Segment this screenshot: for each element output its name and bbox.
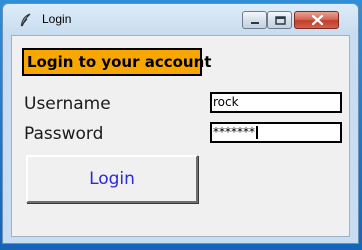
minimize-icon [251, 22, 259, 24]
login-heading: Login to your account [22, 48, 211, 76]
password-label: Password [24, 124, 104, 144]
login-window: Login Login to your account Username roc… [2, 3, 359, 244]
login-button[interactable]: Login [26, 155, 198, 203]
text-cursor [256, 126, 258, 139]
username-label: Username [24, 94, 111, 114]
password-value: ******* [213, 125, 255, 139]
close-icon [311, 14, 324, 26]
window-client-area: Login to your account Username rock Pass… [11, 35, 350, 237]
username-value: rock [213, 95, 239, 109]
maximize-button[interactable] [267, 11, 292, 29]
title-bar[interactable]: Login [3, 4, 358, 35]
feather-icon [19, 12, 33, 27]
desktop-background: Login Login to your account Username roc… [0, 0, 362, 250]
window-title: Login [42, 12, 72, 26]
username-field[interactable]: rock [210, 92, 342, 113]
close-button[interactable] [294, 11, 339, 29]
minimize-button[interactable] [242, 11, 267, 29]
maximize-icon [275, 16, 286, 25]
password-field[interactable]: ******* [210, 122, 342, 143]
